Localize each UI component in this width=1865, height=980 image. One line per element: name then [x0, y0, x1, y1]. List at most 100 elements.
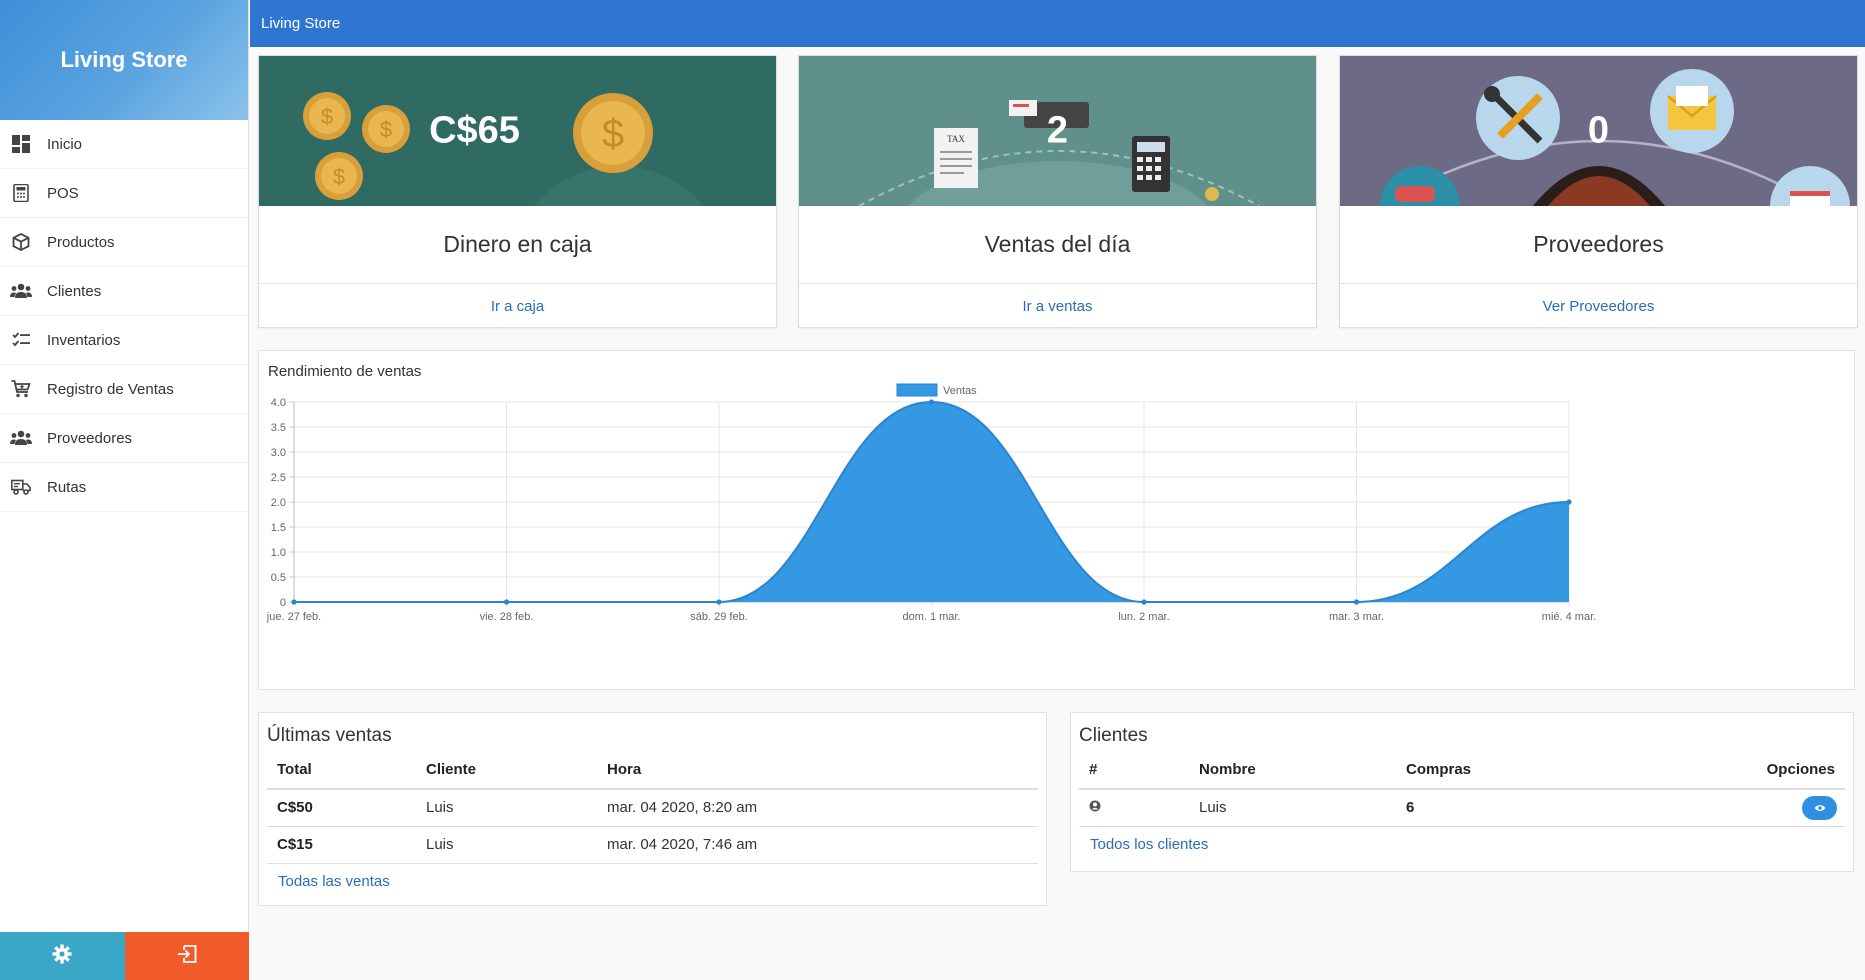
sidebar-item-label: Productos [47, 233, 115, 251]
sale-total: C$15 [267, 826, 416, 864]
sidebar-nav: Inicio POS Productos Clientes Inventario… [0, 120, 248, 512]
sale-client: Luis [416, 826, 597, 864]
brand-title: Living Store [60, 47, 188, 72]
table-row[interactable]: Luis 6 [1079, 789, 1845, 827]
sidebar-item-label: Clientes [47, 282, 102, 300]
x-tick-label: jue. 27 feb. [266, 611, 321, 623]
sidebar: Living Store Inicio POS Productos Client… [0, 0, 249, 980]
x-tick-label: vie. 28 feb. [480, 611, 534, 623]
sidebar-footer [0, 932, 249, 980]
data-point [1141, 599, 1147, 605]
legend-label: Ventas [943, 385, 977, 397]
clients-panel: Clientes # Nombre Compras Opciones Luis … [1070, 712, 1854, 872]
suppliers-title: Proveedores [1340, 206, 1857, 284]
settings-button[interactable] [0, 932, 125, 980]
y-tick-label: 3.5 [271, 422, 286, 434]
all-sales-link[interactable]: Todas las ventas [278, 873, 390, 890]
sidebar-item-label: POS [47, 184, 79, 202]
sidebar-item-proveedores[interactable]: Proveedores [0, 414, 248, 463]
go-to-cash-link[interactable]: Ir a caja [259, 284, 776, 328]
clients-title: Clientes [1079, 725, 1148, 746]
y-tick-label: 2.5 [271, 472, 286, 484]
table-header-row: Total Cliente Hora [267, 751, 1038, 790]
data-point [1353, 599, 1360, 605]
y-tick-label: 3.0 [271, 447, 286, 459]
checklist-icon [10, 329, 32, 351]
sale-time: mar. 04 2020, 8:20 am [597, 789, 1038, 827]
x-tick-label: mié. 4 mar. [1542, 611, 1596, 623]
sidebar-item-pos[interactable]: POS [0, 169, 248, 218]
x-tick-label: dom. 1 mar. [902, 611, 960, 623]
sidebar-item-label: Registro de Ventas [47, 380, 174, 398]
cash-card-banner: $ $ $ $ C$65 [259, 56, 776, 206]
sidebar-item-productos[interactable]: Productos [0, 218, 248, 267]
column-header-number: # [1079, 751, 1189, 790]
daily-sales-title: Ventas del día [799, 206, 1316, 284]
sidebar-item-rutas[interactable]: Rutas [0, 463, 248, 512]
go-to-sales-link[interactable]: Ir a ventas [799, 284, 1316, 328]
data-point [291, 599, 297, 605]
sidebar-item-clientes[interactable]: Clientes [0, 267, 248, 316]
sidebar-item-inventarios[interactable]: Inventarios [0, 316, 248, 365]
daily-sales-card: TAX 2 Ventas del día Ir a ventas [798, 55, 1317, 328]
data-point [928, 399, 935, 405]
sidebar-item-label: Inicio [47, 135, 83, 153]
svg-text:$: $ [333, 164, 345, 189]
data-point [716, 599, 722, 605]
sales-performance-panel: Rendimiento de ventas 0 0.5 1.0 1.5 2.0 2.5 3.… [258, 350, 1855, 690]
sidebar-item-registro-ventas[interactable]: Registro de Ventas [0, 365, 248, 414]
calculator-icon [10, 182, 32, 204]
latest-sales-panel: Últimas ventas Total Cliente Hora C$50 L… [258, 712, 1047, 906]
cart-icon [10, 378, 32, 400]
table-row[interactable]: C$50 Luis mar. 04 2020, 8:20 am [267, 789, 1038, 827]
gear-icon [52, 944, 72, 969]
sales-area-chart: 0 0.5 1.0 1.5 2.0 2.5 3.0 3.5 4.0 jue. 27 feb. vie… [266, 383, 1596, 623]
client-purchases: 6 [1396, 789, 1603, 827]
y-tick-label: 1.0 [271, 547, 286, 559]
daily-sales-banner: TAX 2 [799, 56, 1316, 206]
latest-sales-title: Últimas ventas [267, 725, 392, 746]
truck-icon [10, 476, 32, 498]
x-tick-label: mar. 3 mar. [1329, 611, 1384, 623]
sale-time: mar. 04 2020, 7:46 am [597, 826, 1038, 864]
data-point [1566, 499, 1572, 505]
latest-sales-table: Total Cliente Hora C$50 Luis mar. 04 202… [267, 751, 1038, 864]
client-avatar-cell [1079, 789, 1189, 827]
column-header-client: Cliente [416, 751, 597, 790]
sidebar-item-inicio[interactable]: Inicio [0, 120, 248, 169]
eye-icon [1814, 799, 1826, 816]
client-name: Luis [1189, 789, 1396, 827]
sidebar-item-label: Inventarios [47, 331, 121, 349]
clients-table: # Nombre Compras Opciones Luis 6 [1079, 751, 1845, 827]
y-tick-label: 1.5 [271, 522, 286, 534]
column-header-time: Hora [597, 751, 1038, 790]
cash-card: $ $ $ $ C$65 Dinero en caja Ir a caja [258, 55, 777, 328]
suppliers-card: 0 Proveedores Ver Proveedores [1339, 55, 1858, 328]
column-header-total: Total [267, 751, 416, 790]
client-options-cell [1602, 789, 1845, 827]
column-header-name: Nombre [1189, 751, 1396, 790]
user-circle-icon [1089, 799, 1101, 816]
brand-header: Living Store [0, 0, 248, 120]
legend-swatch [896, 383, 938, 397]
all-clients-link[interactable]: Todos los clientes [1090, 836, 1208, 853]
sale-client: Luis [416, 789, 597, 827]
daily-sales-value: 2 [1046, 109, 1069, 152]
y-tick-label: 0 [280, 597, 286, 609]
users-icon [10, 427, 32, 449]
table-row[interactable]: C$15 Luis mar. 04 2020, 7:46 am [267, 826, 1038, 864]
view-suppliers-link[interactable]: Ver Proveedores [1340, 284, 1857, 328]
data-point [503, 599, 510, 605]
y-tick-label: 4.0 [271, 397, 286, 409]
column-header-purchases: Compras [1396, 751, 1603, 790]
cash-value: C$65 [429, 109, 520, 152]
cube-icon [10, 231, 32, 253]
topbar-title: Living Store [261, 15, 341, 32]
view-client-button[interactable] [1802, 795, 1837, 820]
y-tick-label: 0.5 [271, 572, 286, 584]
x-tick-label: sáb. 29 feb. [690, 611, 748, 623]
cash-card-title: Dinero en caja [259, 206, 776, 284]
logout-button[interactable] [124, 932, 249, 980]
table-header-row: # Nombre Compras Opciones [1079, 751, 1845, 790]
sidebar-item-label: Proveedores [47, 429, 133, 447]
